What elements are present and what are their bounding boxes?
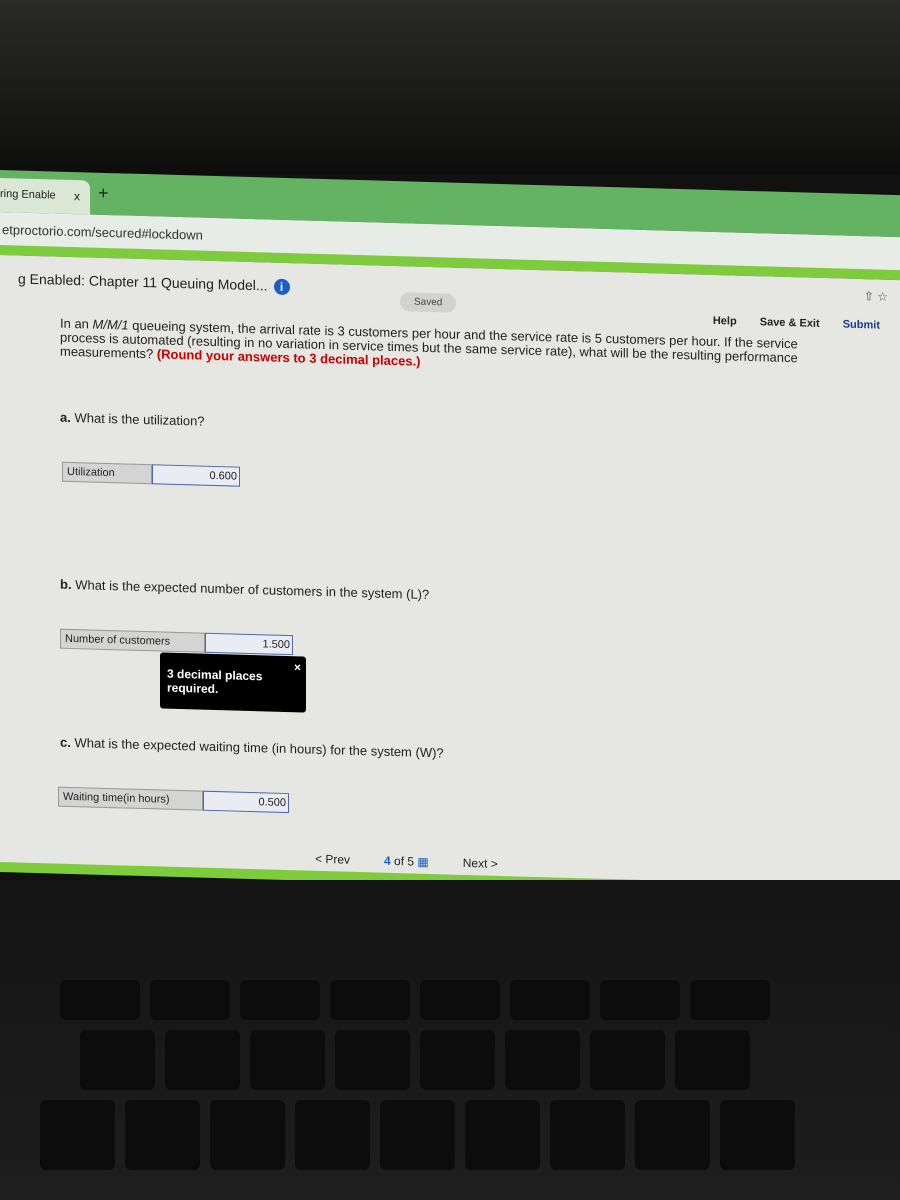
quiz-page: g Enabled: Chapter 11 Queuing Model... i … — [0, 255, 900, 891]
part-text: What is the expected waiting time (in ho… — [74, 735, 444, 761]
customers-input[interactable]: 1.500 — [205, 632, 293, 656]
key — [635, 1100, 710, 1170]
key — [150, 980, 230, 1020]
key — [690, 980, 770, 1020]
key — [420, 1030, 495, 1090]
info-icon[interactable]: i — [273, 278, 290, 296]
save-exit-button[interactable]: Save & Exit — [760, 316, 820, 330]
key — [505, 1030, 580, 1090]
key — [675, 1030, 750, 1090]
key — [420, 980, 500, 1020]
answer-row-customers: Number of customers 1.500 — [60, 628, 293, 656]
waiting-time-input[interactable]: 0.500 — [203, 790, 289, 814]
saved-badge: Saved — [400, 292, 457, 313]
key — [720, 1100, 795, 1170]
key — [465, 1100, 540, 1170]
key — [165, 1030, 240, 1090]
page-total: of 5 — [394, 854, 415, 869]
share-icon[interactable]: ⇧ — [864, 289, 874, 303]
browser-tab[interactable]: ring Enable x — [0, 178, 90, 215]
answer-label: Waiting time(in hours) — [58, 786, 203, 811]
close-icon[interactable]: × — [294, 660, 301, 674]
key — [125, 1100, 200, 1170]
key — [210, 1100, 285, 1170]
new-tab-button[interactable]: + — [98, 183, 109, 204]
question-nav: < Prev 4 of 5 ▦ Next > — [315, 852, 498, 871]
key — [295, 1100, 370, 1170]
top-links: Help Save & Exit Submit — [693, 314, 880, 332]
next-button[interactable]: Next > — [463, 856, 498, 871]
assignment-title: g Enabled: Chapter 11 Queuing Model... — [18, 270, 268, 294]
key — [600, 980, 680, 1020]
submit-button[interactable]: Submit — [843, 319, 880, 332]
key — [590, 1030, 665, 1090]
part-a-question: a. What is the utilization? — [60, 410, 205, 429]
key — [40, 1100, 115, 1170]
close-tab-icon[interactable]: x — [74, 189, 80, 203]
page-title: g Enabled: Chapter 11 Queuing Model... i — [18, 271, 290, 296]
key — [510, 980, 590, 1020]
key — [330, 980, 410, 1020]
part-text: What is the utilization? — [74, 410, 205, 429]
tooltip-text: 3 decimal places required. — [167, 666, 263, 697]
current-page: 4 — [384, 853, 391, 868]
validation-tooltip: 3 decimal places required. × — [160, 652, 306, 713]
key — [380, 1100, 455, 1170]
answer-label: Utilization — [62, 461, 152, 485]
key — [550, 1100, 625, 1170]
key — [335, 1030, 410, 1090]
part-c-question: c. What is the expected waiting time (in… — [60, 735, 444, 761]
answer-row-utilization: Utilization 0.600 — [62, 461, 240, 487]
key — [80, 1030, 155, 1090]
key — [60, 980, 140, 1020]
part-prefix: b. — [60, 576, 72, 592]
laptop-bezel — [0, 0, 900, 175]
star-icon[interactable]: ☆ — [877, 290, 888, 304]
part-text: What is the expected number of customers… — [75, 577, 430, 602]
answer-row-waiting-time: Waiting time(in hours) 0.500 — [58, 786, 289, 814]
part-prefix: c. — [60, 734, 71, 750]
page-indicator: 4 of 5 ▦ — [384, 854, 429, 869]
grid-icon[interactable]: ▦ — [417, 855, 428, 869]
browser-actions: ⇧ ☆ — [864, 289, 888, 304]
tab-title: ring Enable — [0, 188, 56, 202]
keyboard — [0, 880, 900, 1200]
answer-label: Number of customers — [60, 628, 205, 653]
part-b-question: b. What is the expected number of custom… — [60, 577, 429, 602]
part-prefix: a. — [60, 409, 71, 425]
prev-button[interactable]: < Prev — [315, 852, 350, 867]
key — [240, 980, 320, 1020]
url-text: etproctorio.com/secured#lockdown — [2, 222, 203, 243]
help-button[interactable]: Help — [713, 315, 737, 328]
utilization-input[interactable]: 0.600 — [152, 464, 240, 487]
key — [250, 1030, 325, 1090]
